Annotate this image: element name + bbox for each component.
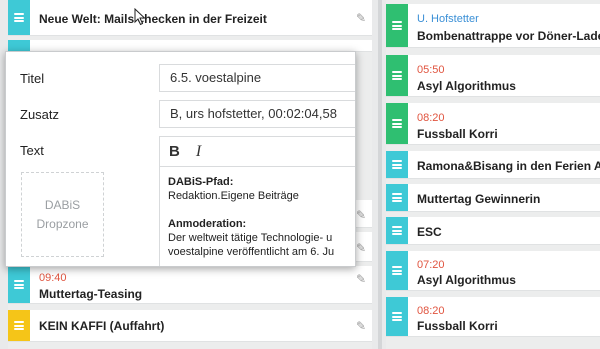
editor-line: Der weltweit tätige Technologie- u	[168, 232, 333, 244]
item-time: U. Hofstetter	[417, 13, 479, 25]
item-title: Neue Welt: Mails checken in der Freizeit	[39, 12, 267, 26]
list-item[interactable]: 05:50 Asyl Algorithmus	[386, 55, 600, 97]
list-item[interactable]: 07:20 Asyl Algorithmus	[386, 251, 600, 291]
editor-line: Redaktion.Eigene Beiträge	[168, 190, 299, 202]
menu-icon	[392, 21, 402, 30]
list-item[interactable]: ESC	[386, 217, 600, 245]
menu-icon	[392, 312, 402, 321]
text-label: Text	[20, 143, 44, 158]
pencil-icon[interactable]: ✎	[356, 208, 366, 222]
drag-handle[interactable]	[386, 217, 408, 244]
menu-icon	[392, 160, 402, 169]
menu-icon	[392, 266, 402, 275]
pencil-icon[interactable]: ✎	[356, 272, 366, 286]
list-item[interactable]: Muttertag Gewinnerin	[386, 184, 600, 212]
list-item[interactable]: 09:40 Muttertag-Teasing ✎	[8, 266, 372, 304]
item-time: 09:40	[39, 272, 67, 284]
italic-button[interactable]: I	[196, 143, 201, 161]
drag-handle[interactable]	[386, 4, 408, 47]
item-time: 07:20	[417, 259, 445, 271]
drag-handle[interactable]	[386, 184, 408, 211]
list-item[interactable]: 08:20 Fussball Korri	[386, 297, 600, 337]
stripe	[8, 40, 30, 51]
editor-content[interactable]: DABiS-Pfad: Redaktion.Eigene Beiträge An…	[160, 167, 355, 266]
drag-handle[interactable]	[8, 266, 30, 303]
pencil-icon[interactable]: ✎	[356, 241, 366, 255]
item-title: Fussball Korri	[417, 127, 498, 141]
item-title: Bombenattrappe vor Döner-Laden in	[417, 29, 600, 43]
menu-icon	[14, 280, 24, 289]
editor-toolbar: B I	[160, 137, 355, 167]
text-editor[interactable]: B I DABiS-Pfad: Redaktion.Eigene Beiträg…	[159, 136, 355, 266]
zusatz-input[interactable]: B, urs hofstetter, 00:02:04,58	[159, 100, 355, 128]
list-item[interactable]: Ramona&Bisang in den Ferien Arma	[386, 151, 600, 179]
menu-icon	[14, 321, 24, 330]
titel-label: Titel	[20, 71, 45, 86]
right-column: U. Hofstetter Bombenattrappe vor Döner-L…	[386, 0, 600, 349]
editor-line: voestalpine veröffentlicht am 6. Ju	[168, 246, 335, 258]
drag-handle[interactable]	[386, 151, 408, 178]
drag-handle[interactable]	[386, 103, 408, 144]
dabis-dropzone[interactable]: DABiS Dropzone	[21, 172, 104, 257]
dropzone-line1: DABiS	[44, 197, 81, 212]
item-title: Ramona&Bisang in den Ferien Arma	[417, 159, 600, 173]
list-item[interactable]: KEIN KAFFI (Auffahrt) ✎	[8, 310, 372, 342]
item-time: 08:20	[417, 305, 445, 317]
item-title: ESC	[417, 225, 442, 239]
drag-handle[interactable]	[8, 310, 30, 341]
drag-handle[interactable]	[386, 251, 408, 290]
list-item[interactable]: Neue Welt: Mails checken in der Freizeit…	[8, 0, 372, 36]
titel-input[interactable]: 6.5. voestalpine	[159, 64, 355, 92]
item-title: Asyl Algorithmus	[417, 273, 516, 287]
item-title: KEIN KAFFI (Auffahrt)	[39, 319, 165, 333]
menu-icon	[392, 193, 402, 202]
item-time: 05:50	[417, 64, 445, 76]
item-title: Muttertag Gewinnerin	[417, 192, 541, 206]
mouse-cursor-icon	[134, 8, 146, 26]
item-time: 08:20	[417, 112, 445, 124]
editor-heading: Anmoderation:	[168, 218, 247, 230]
item-title: Fussball Korri	[417, 319, 498, 333]
editor-heading: DABiS-Pfad:	[168, 176, 234, 188]
drag-handle[interactable]	[8, 0, 30, 35]
zusatz-label: Zusatz	[20, 107, 60, 122]
drag-handle[interactable]	[386, 55, 408, 96]
pencil-icon[interactable]: ✎	[356, 11, 366, 25]
menu-icon	[392, 226, 402, 235]
list-item[interactable]: U. Hofstetter Bombenattrappe vor Döner-L…	[386, 4, 600, 48]
menu-icon	[392, 71, 402, 80]
item-title: Asyl Algorithmus	[417, 79, 516, 93]
bold-button[interactable]: B	[169, 143, 180, 160]
menu-icon	[392, 119, 402, 128]
column-divider	[378, 0, 382, 349]
item-title: Muttertag-Teasing	[39, 287, 143, 301]
dropzone-line2: Dropzone	[36, 216, 89, 231]
list-item[interactable]: 08:20 Fussball Korri	[386, 103, 600, 145]
drag-handle[interactable]	[386, 297, 408, 336]
pencil-icon[interactable]: ✎	[356, 319, 366, 333]
edit-popup: Titel 6.5. voestalpine Zusatz B, urs hof…	[5, 51, 356, 267]
menu-icon	[14, 13, 24, 22]
